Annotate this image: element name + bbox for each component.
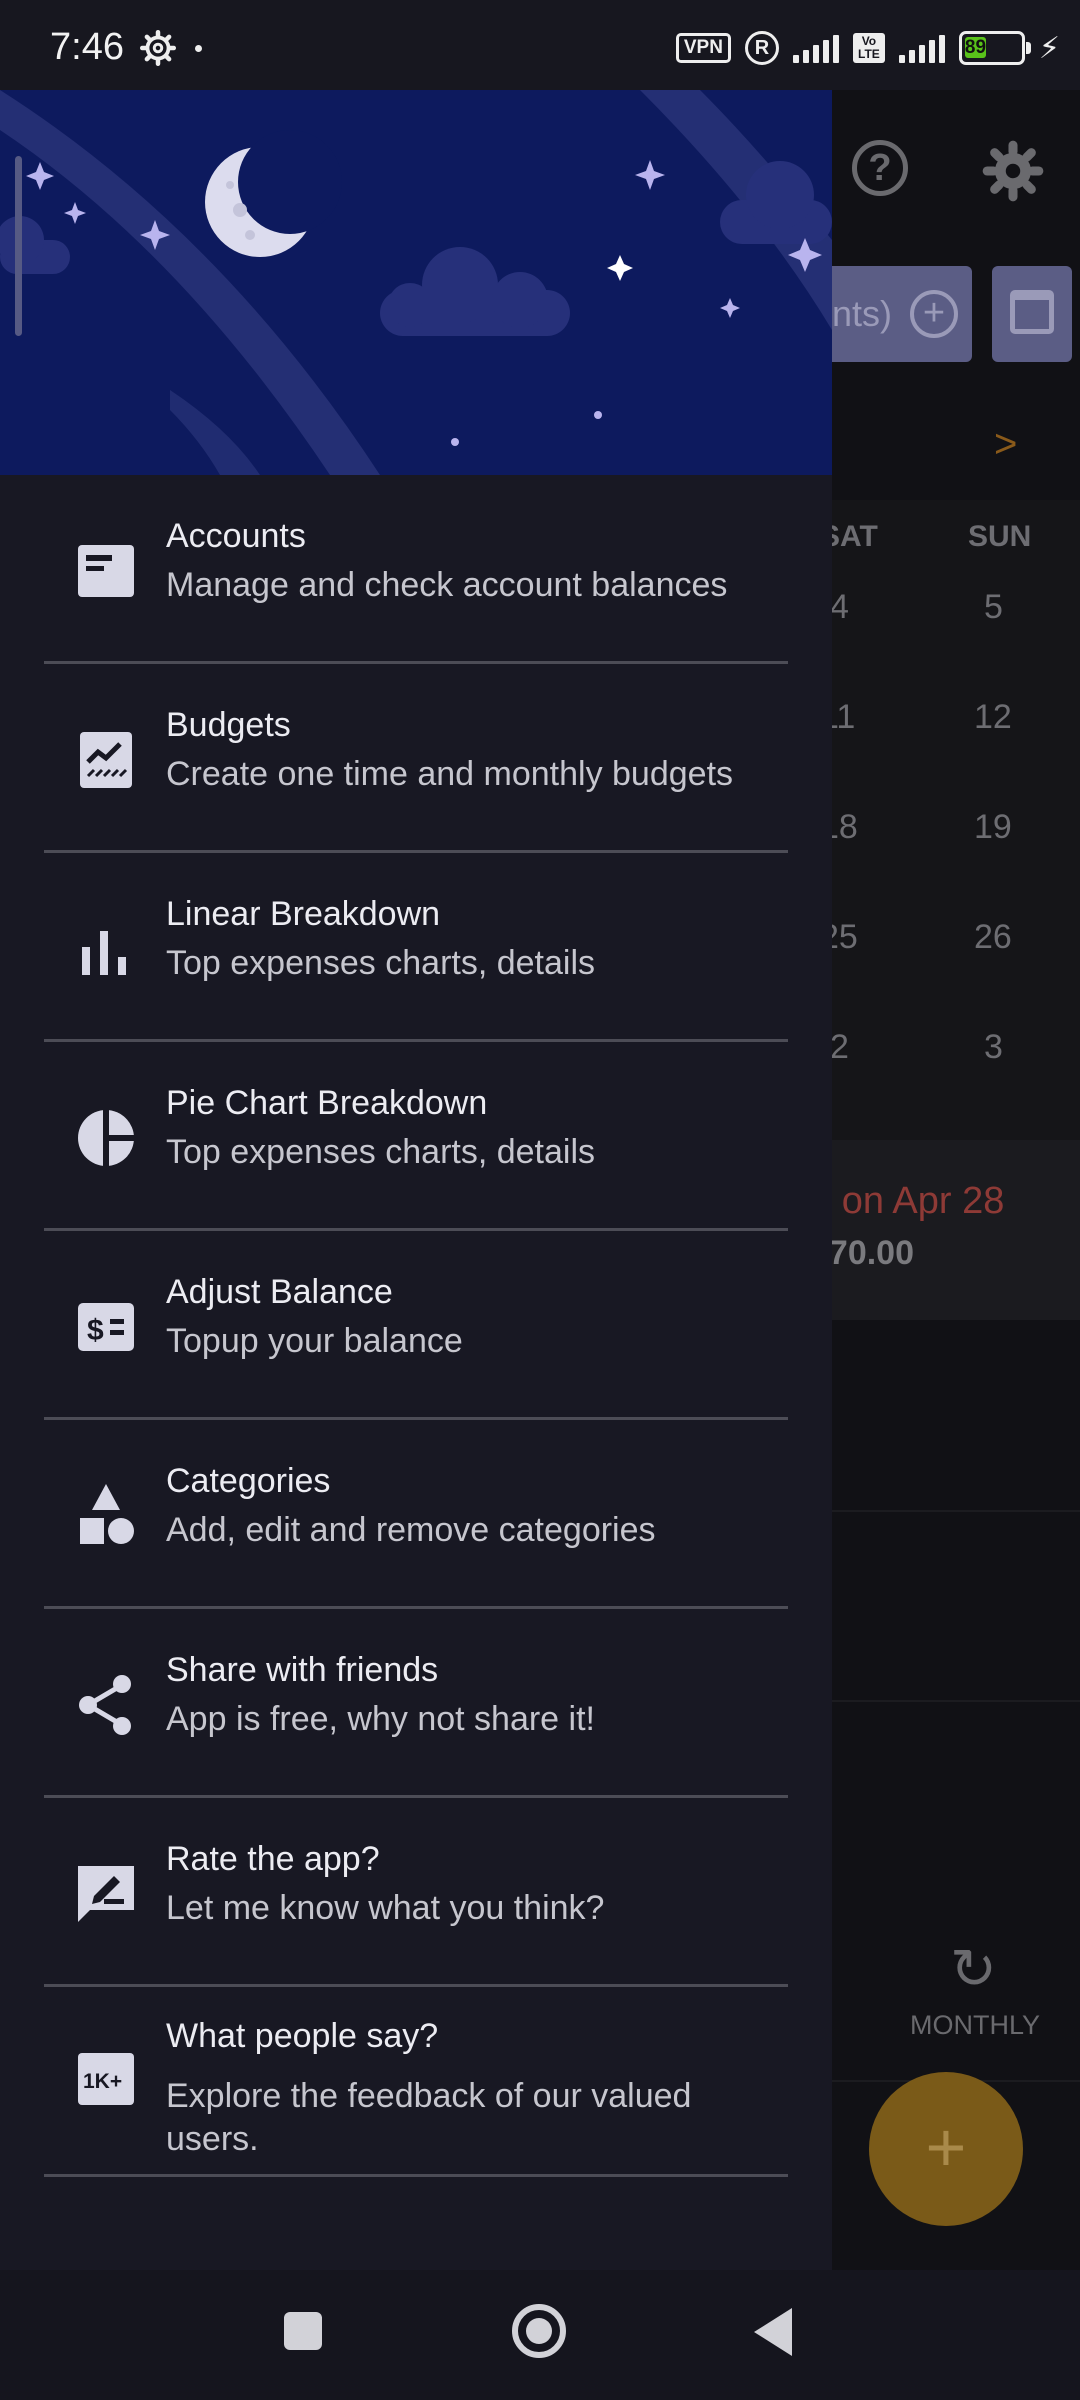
rate-icon	[78, 1866, 134, 1922]
calendar-icon	[1010, 290, 1054, 334]
add-chip: nts) +	[832, 266, 972, 362]
menu-item-title: Linear Breakdown	[166, 895, 441, 933]
recents-button[interactable]	[284, 2312, 322, 2350]
home-button[interactable]	[512, 2304, 566, 2358]
add-chip-label: nts)	[832, 293, 893, 334]
charging-icon: ⚡︎	[1038, 31, 1060, 65]
menu-item-subtitle: Let me know what you think?	[166, 1889, 605, 1927]
feedback-icon: 1K+	[78, 2053, 134, 2105]
back-button[interactable]	[754, 2308, 792, 2356]
calendar-day: 19	[974, 808, 1012, 846]
menu-item-subtitle: Top expenses charts, details	[166, 1133, 596, 1171]
signal-icon-2	[898, 33, 945, 63]
menu-item-title: Accounts	[166, 517, 306, 555]
menu-item-subtitle: Top expenses charts, details	[166, 944, 596, 982]
home-icon	[526, 2318, 552, 2344]
system-navigation-bar	[0, 2270, 1080, 2400]
day-name-sat: SAT	[832, 520, 878, 553]
r-badge-icon: R	[744, 31, 779, 65]
calendar-day: 12	[974, 698, 1012, 736]
menu-item-accounts[interactable]: Accounts Manage and check account balanc…	[44, 475, 788, 664]
drawer-menu: Accounts Manage and check account balanc…	[44, 475, 788, 2177]
menu-item-subtitle: Topup your balance	[166, 1322, 463, 1360]
status-bar: 7:46 VPN R Vo LTE 89 ⚡︎	[0, 0, 1080, 90]
add-circle-icon: +	[910, 290, 958, 338]
help-icon: ?	[852, 140, 908, 196]
day-name-sun: SUN	[968, 520, 1032, 553]
navigation-drawer[interactable]: Accounts Manage and check account balanc…	[0, 90, 832, 2270]
calendar-grid	[832, 500, 1080, 1240]
calendar-day: 3	[984, 1028, 1003, 1066]
calendar-day: 25	[832, 918, 858, 956]
share-icon	[79, 1675, 131, 1735]
pie-chart-icon	[78, 1108, 136, 1168]
menu-item-subtitle: Manage and check account balances	[166, 566, 728, 604]
repeat-icon: ↻	[950, 1937, 997, 2000]
volte-icon: Vo LTE	[852, 33, 885, 63]
menu-item-budgets[interactable]: Budgets Create one time and monthly budg…	[44, 664, 788, 853]
settings-gear-icon	[140, 30, 176, 66]
menu-item-rate-app[interactable]: Rate the app? Let me know what you think…	[44, 1798, 788, 1987]
menu-item-title: Budgets	[166, 706, 291, 744]
menu-item-pie-chart-breakdown[interactable]: Pie Chart Breakdown Top expenses charts,…	[44, 1042, 788, 1231]
adjust-balance-icon: $	[78, 1303, 134, 1351]
upcoming-payment-amount: 070.00	[832, 1234, 914, 1272]
menu-item-title: Rate the app?	[166, 1840, 380, 1878]
notification-dot	[195, 45, 202, 52]
calendar-button	[992, 266, 1072, 362]
bar-chart-icon	[82, 931, 126, 975]
accounts-icon	[78, 545, 134, 597]
calendar-day: 5	[984, 588, 1003, 626]
menu-item-title: What people say?	[166, 2017, 439, 2055]
svg-text:$: $	[87, 1314, 104, 1347]
status-icons: VPN R Vo LTE 89 ⚡︎	[675, 28, 1060, 68]
calendar-day: 26	[974, 918, 1012, 956]
menu-item-adjust-balance[interactable]: $ Adjust Balance Topup your balance	[44, 1231, 788, 1420]
night-sky-illustration	[0, 90, 832, 475]
menu-item-subtitle: Create one time and monthly budgets	[166, 755, 734, 793]
vpn-badge: VPN	[675, 33, 731, 63]
divider	[832, 1700, 1080, 1702]
menu-item-linear-breakdown[interactable]: Linear Breakdown Top expenses charts, de…	[44, 853, 788, 1042]
menu-item-subtitle: Add, edit and remove categories	[166, 1511, 656, 1549]
settings-icon	[982, 140, 1044, 202]
menu-item-title: Pie Chart Breakdown	[166, 1084, 488, 1122]
next-month-arrow: >	[994, 422, 1018, 466]
calendar-day: 4	[832, 588, 849, 626]
calendar-day: 2	[832, 1028, 849, 1066]
background-app: ? nts) + > SAT SUN 4 5 11 12 18 19 25 26…	[832, 90, 1080, 2270]
budgets-icon	[80, 732, 132, 788]
scroll-indicator[interactable]	[15, 156, 22, 336]
status-time: 7:46	[50, 26, 124, 68]
menu-item-categories[interactable]: Categories Add, edit and remove categori…	[44, 1420, 788, 1609]
menu-item-title: Categories	[166, 1462, 331, 1500]
upcoming-payment-title: e on Apr 28	[832, 1180, 1005, 1222]
divider	[832, 1510, 1080, 1512]
menu-item-title: Share with friends	[166, 1651, 439, 1689]
menu-item-subtitle: App is free, why not share it!	[166, 1700, 595, 1738]
battery-icon: 89	[958, 31, 1031, 65]
upcoming-payment-card	[832, 1140, 1080, 1320]
calendar-day: 11	[832, 698, 856, 736]
monthly-label: MONTHLY	[910, 2010, 1041, 2040]
menu-item-title: Adjust Balance	[166, 1273, 393, 1311]
battery-level: 89	[964, 37, 987, 58]
categories-icon	[80, 1484, 134, 1544]
svg-text:1K+: 1K+	[83, 2070, 122, 2093]
signal-icon	[792, 33, 839, 63]
menu-item-subtitle: Explore the feedback of our valued users…	[166, 2077, 692, 2158]
add-transaction-fab: +	[869, 2072, 1023, 2226]
drawer-header-illustration	[0, 90, 832, 475]
menu-item-what-people-say[interactable]: 1K+ What people say? Explore the feedbac…	[44, 1987, 788, 2177]
menu-item-share[interactable]: Share with friends App is free, why not …	[44, 1609, 788, 1798]
calendar-day: 18	[832, 808, 858, 846]
